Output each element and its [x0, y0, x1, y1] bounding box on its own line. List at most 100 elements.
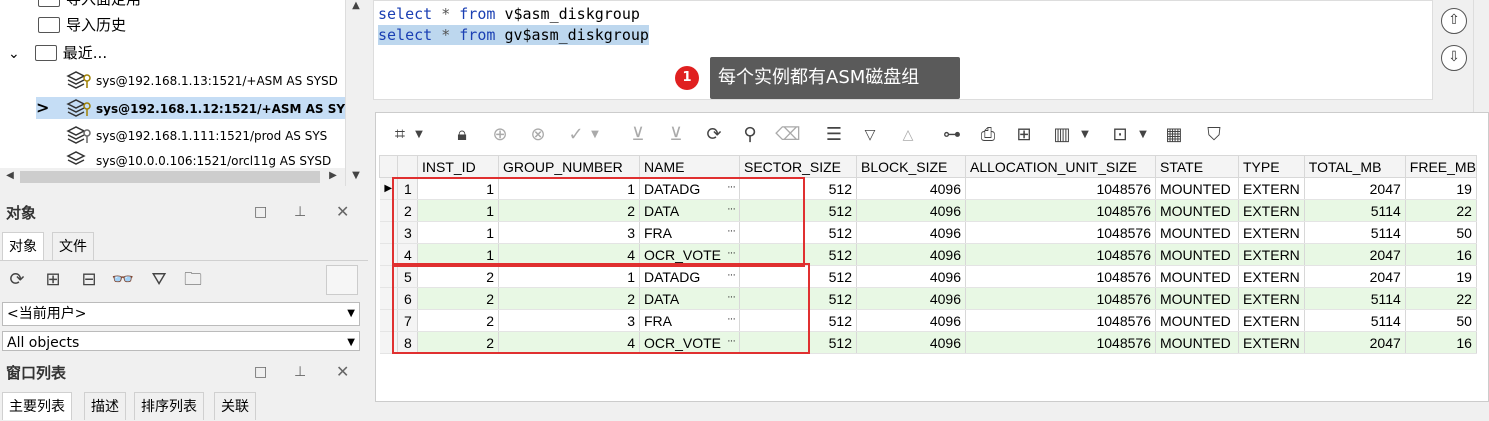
single-record-view-icon[interactable]: ☰: [820, 121, 848, 149]
column-header[interactable]: GROUP_NUMBER: [498, 155, 640, 178]
cell-number[interactable]: 5114: [1304, 221, 1406, 244]
column-header[interactable]: TYPE: [1238, 155, 1305, 178]
cell-text[interactable]: MOUNTED: [1155, 265, 1239, 288]
close-icon[interactable]: ✕: [336, 202, 349, 221]
add-record-icon[interactable]: ⊕: [486, 121, 514, 149]
cell-number[interactable]: 5114: [1304, 309, 1406, 332]
column-header[interactable]: FREE_MB: [1404, 155, 1477, 178]
scroll-up-arrow-icon[interactable]: ▲: [348, 0, 364, 11]
fetch-next-icon[interactable]: ⊻: [624, 121, 652, 149]
cell-number[interactable]: 4096: [856, 177, 966, 200]
bar-chart-icon[interactable]: ▥: [1048, 121, 1076, 149]
cell-text[interactable]: MOUNTED: [1155, 243, 1239, 266]
cell-text[interactable]: MOUNTED: [1155, 221, 1239, 244]
cell-number[interactable]: 4096: [856, 243, 966, 266]
column-header[interactable]: STATE: [1155, 155, 1239, 178]
cell-number[interactable]: 16: [1405, 243, 1477, 266]
cell-text[interactable]: EXTERN: [1238, 177, 1305, 200]
tab-main-list[interactable]: 主要列表: [2, 392, 72, 420]
layout-icon[interactable]: ⊡: [1106, 121, 1134, 149]
filter-icon[interactable]: ⛉: [1200, 121, 1228, 149]
cell-number[interactable]: 2047: [1304, 265, 1406, 288]
cell-text[interactable]: MOUNTED: [1155, 309, 1239, 332]
cell-number[interactable]: 2047: [1304, 331, 1406, 354]
eraser-icon[interactable]: ⌫: [774, 121, 802, 149]
tree-vertical-scrollbar[interactable]: ▲ ▼: [345, 0, 365, 186]
cell-text[interactable]: EXTERN: [1238, 287, 1305, 310]
dropdown-arrow-icon[interactable]: ▼: [1136, 121, 1150, 149]
tab-description[interactable]: 描述: [84, 392, 126, 420]
tree-view-icon[interactable]: ⊶: [938, 121, 966, 149]
cell-text[interactable]: EXTERN: [1238, 199, 1305, 222]
grid-export-icon[interactable]: ⊞: [1010, 121, 1038, 149]
cell-number[interactable]: 1048576: [965, 265, 1156, 288]
dropdown-arrow-icon[interactable]: ▼: [347, 332, 355, 350]
cell-number[interactable]: 16: [1405, 331, 1477, 354]
column-header[interactable]: BLOCK_SIZE: [856, 155, 966, 178]
cell-number[interactable]: 19: [1405, 265, 1477, 288]
cell-text[interactable]: EXTERN: [1238, 243, 1305, 266]
cell-number[interactable]: 1048576: [965, 221, 1156, 244]
post-changes-icon[interactable]: ✓: [562, 121, 590, 149]
cell-number[interactable]: 22: [1405, 199, 1477, 222]
pin-icon[interactable]: ⊥: [294, 364, 306, 380]
dropdown-arrow-icon[interactable]: ▼: [347, 303, 355, 325]
dropdown-arrow-icon[interactable]: ▼: [1078, 121, 1092, 149]
cell-number[interactable]: 5114: [1304, 199, 1406, 222]
pin-icon[interactable]: ⊥: [294, 204, 306, 220]
fetch-last-icon[interactable]: ⊻: [662, 121, 690, 149]
refresh-icon[interactable]: ⟳: [4, 267, 30, 293]
scroll-left-arrow-icon[interactable]: ◀: [2, 170, 18, 181]
column-header[interactable]: TOTAL_MB: [1303, 155, 1406, 178]
tree-item-recent[interactable]: ⌄ 最近...: [8, 42, 107, 64]
binoculars-icon[interactable]: 👓: [110, 267, 136, 293]
refresh-icon[interactable]: ⟳: [700, 121, 728, 149]
cell-text[interactable]: MOUNTED: [1155, 177, 1239, 200]
column-header[interactable]: SECTOR_SIZE: [739, 155, 857, 178]
restore-icon[interactable]: □: [254, 204, 267, 220]
close-icon[interactable]: ✕: [336, 362, 349, 381]
add-icon[interactable]: ⊞: [40, 267, 66, 293]
dropdown-arrow-icon[interactable]: ▼: [412, 121, 426, 149]
sort-ascending-icon[interactable]: △: [894, 121, 922, 149]
cell-text[interactable]: EXTERN: [1238, 331, 1305, 354]
dropdown-arrow-icon[interactable]: ▼: [588, 121, 602, 149]
cell-text[interactable]: MOUNTED: [1155, 287, 1239, 310]
column-header[interactable]: NAME: [639, 155, 740, 178]
tab-files[interactable]: 文件: [52, 232, 94, 260]
cell-number[interactable]: 50: [1405, 309, 1477, 332]
cell-text[interactable]: EXTERN: [1238, 221, 1305, 244]
cell-number[interactable]: 1048576: [965, 287, 1156, 310]
restore-icon[interactable]: □: [254, 364, 267, 380]
scroll-thumb[interactable]: [20, 171, 320, 183]
cell-number[interactable]: 4096: [856, 287, 966, 310]
folder-edit-icon[interactable]: 🗀: [180, 267, 206, 293]
scroll-right-arrow-icon[interactable]: ▶: [325, 170, 341, 181]
cell-number[interactable]: 4096: [856, 221, 966, 244]
cell-number[interactable]: 4096: [856, 199, 966, 222]
tree-item-connection-selected[interactable]: > sys@192.168.1.12:1521/+ASM AS SYS: [36, 97, 345, 119]
cell-text[interactable]: MOUNTED: [1155, 331, 1239, 354]
tab-sort-list[interactable]: 排序列表: [134, 392, 204, 420]
arrow-up-circle-icon[interactable]: ⇧: [1441, 8, 1467, 34]
column-header[interactable]: INST_ID: [417, 155, 499, 178]
delete-record-icon[interactable]: ⊗: [524, 121, 552, 149]
cell-number[interactable]: 2047: [1304, 177, 1406, 200]
scroll-down-arrow-icon[interactable]: ▼: [348, 170, 364, 181]
cell-number[interactable]: 19: [1405, 177, 1477, 200]
cell-number[interactable]: 4096: [856, 331, 966, 354]
table-icon[interactable]: ▦: [1160, 121, 1188, 149]
cell-number[interactable]: 1048576: [965, 243, 1156, 266]
chevron-down-icon[interactable]: ⌄: [8, 43, 30, 65]
export-icon[interactable]: ⎙: [974, 121, 1002, 149]
cell-number[interactable]: 1048576: [965, 331, 1156, 354]
tree-item-connection[interactable]: sys@192.168.1.111:1521/prod AS SYS: [66, 125, 327, 147]
cell-number[interactable]: 1048576: [965, 309, 1156, 332]
tree-item-import-def[interactable]: 导入面定用: [38, 0, 141, 10]
arrow-down-circle-icon[interactable]: ⇩: [1441, 45, 1467, 71]
select-grid-icon[interactable]: ⌗: [386, 121, 414, 149]
cell-number[interactable]: 2047: [1304, 243, 1406, 266]
remove-icon[interactable]: ⊟: [76, 267, 102, 293]
cell-number[interactable]: 1048576: [965, 177, 1156, 200]
cell-number[interactable]: 5114: [1304, 287, 1406, 310]
